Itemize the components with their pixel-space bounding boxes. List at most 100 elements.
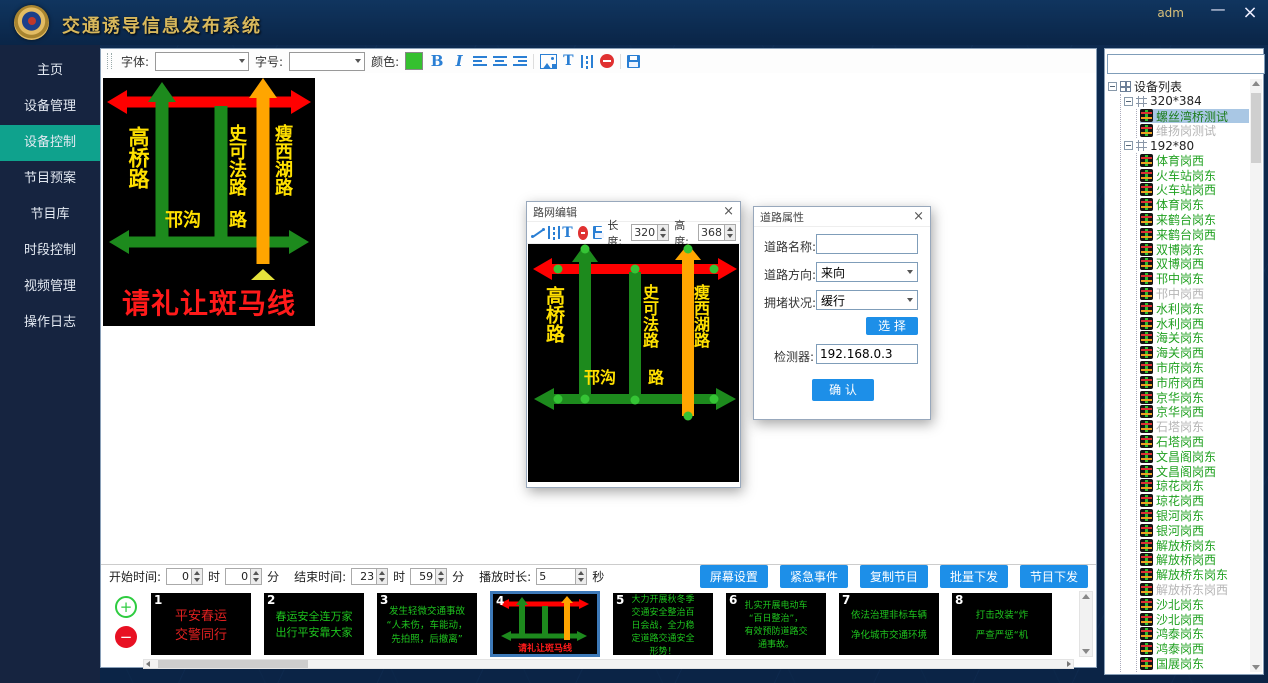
sidebar-item-6[interactable]: 视频管理 [0, 269, 100, 305]
insert-road-icon[interactable] [580, 55, 594, 68]
device-item[interactable]: 京华岗西 [1140, 405, 1249, 420]
end-minute-stepper[interactable]: 59 [410, 568, 447, 585]
device-item[interactable]: 银河岗西 [1140, 523, 1249, 538]
congestion-select[interactable]: 缓行 [816, 290, 918, 310]
device-item[interactable]: 鸿泰岗东 [1140, 626, 1249, 641]
screen-settings-button[interactable]: 屏幕设置 [700, 565, 768, 588]
duration-stepper[interactable]: 5 [536, 568, 587, 585]
device-item[interactable]: 体育岗东 [1140, 197, 1249, 212]
device-group-192*80[interactable]: 192*80 [1124, 138, 1249, 153]
align-center-icon[interactable] [493, 55, 507, 67]
device-item[interactable]: 银河岗东 [1140, 508, 1249, 523]
step-down-icon[interactable] [251, 577, 261, 585]
frame-thumbnail-2[interactable]: 2春运安全连万家出行平安靠大家 [264, 593, 364, 655]
device-item[interactable]: 文昌阁岗西 [1140, 464, 1249, 479]
scrollbar-thumb[interactable] [1251, 93, 1261, 163]
device-item[interactable]: 火车站岗西 [1140, 183, 1249, 198]
bold-button[interactable]: B [429, 52, 445, 70]
program-send-button[interactable]: 节目下发 [1020, 565, 1088, 588]
select-detector-button[interactable]: 选 择 [866, 317, 918, 335]
device-item[interactable]: 市府岗西 [1140, 375, 1249, 390]
device-item[interactable]: 文昌阁岗东 [1140, 449, 1249, 464]
device-item[interactable]: 海关岗东 [1140, 331, 1249, 346]
step-down-icon[interactable] [377, 577, 387, 585]
device-item[interactable]: 体育岗西 [1140, 153, 1249, 168]
device-item[interactable]: 水利岗东 [1140, 301, 1249, 316]
device-list-root[interactable]: 设备列表 [1108, 79, 1249, 94]
draw-line-icon[interactable] [531, 226, 542, 240]
save-icon[interactable] [593, 226, 603, 239]
frame-thumbnail-5[interactable]: 5大力开展秋冬季交通安全整治百日会战，全力稳定道路交通安全形势！ [613, 593, 713, 655]
frame-thumbnail-4[interactable]: 4请礼让斑马线 [490, 591, 600, 657]
text-tool-icon[interactable] [562, 225, 572, 241]
step-down-icon[interactable] [658, 233, 668, 241]
device-search-input[interactable] [1107, 54, 1265, 74]
delete-icon[interactable] [600, 54, 614, 68]
frame-thumbnail-3[interactable]: 3发生轻微交通事故“人未伤，车能动，先拍照，后撤离” [377, 593, 477, 655]
batch-send-button[interactable]: 批量下发 [940, 565, 1008, 588]
step-up-icon[interactable] [377, 569, 387, 577]
color-swatch[interactable] [405, 52, 423, 70]
end-hour-stepper[interactable]: 23 [351, 568, 388, 585]
device-item[interactable]: 邗中岗西 [1140, 286, 1249, 301]
editor-canvas[interactable]: 高桥路 史可法路 瘦西湖路 邗沟 路 [528, 244, 739, 482]
sidebar-item-7[interactable]: 操作日志 [0, 305, 100, 341]
device-item[interactable]: 火车站岗东 [1140, 168, 1249, 183]
step-down-icon[interactable] [725, 233, 735, 241]
road-segment-icon[interactable] [547, 226, 557, 239]
sidebar-item-0[interactable]: 主页 [0, 53, 100, 89]
device-item[interactable]: 琼花岗西 [1140, 493, 1249, 508]
road-direction-select[interactable]: 来向 [816, 262, 918, 282]
length-stepper[interactable]: 320 [631, 224, 669, 241]
sidebar-item-4[interactable]: 节目库 [0, 197, 100, 233]
road-name-field[interactable] [816, 234, 918, 254]
sidebar-item-3[interactable]: 节目预案 [0, 161, 100, 197]
close-icon[interactable]: × [913, 209, 924, 224]
device-item[interactable]: 解放桥东岗东 [1140, 567, 1249, 582]
frame-thumbnail-6[interactable]: 6扎实开展电动车“百日整治”，有效预防道路交通事故。 [726, 593, 826, 655]
device-tree-scrollbar[interactable] [1250, 79, 1262, 672]
collapse-icon[interactable] [1124, 97, 1133, 106]
device-item[interactable]: 解放桥岗西 [1140, 553, 1249, 568]
device-item[interactable]: 沙北岗西 [1140, 612, 1249, 627]
step-down-icon[interactable] [576, 577, 586, 585]
step-up-icon[interactable] [192, 569, 202, 577]
frame-thumbnail-1[interactable]: 1平安春运交警同行 [151, 593, 251, 655]
insert-text-icon[interactable] [563, 53, 573, 69]
scroll-right-icon[interactable] [1067, 661, 1071, 667]
remove-frame-button[interactable]: − [115, 626, 137, 648]
device-item[interactable]: 来鹤台岗东 [1140, 212, 1249, 227]
sidebar-item-2[interactable]: 设备控制 [0, 125, 100, 161]
device-item[interactable]: 鸿泰岗西 [1140, 641, 1249, 656]
device-item[interactable]: 来鹤台岗西 [1140, 227, 1249, 242]
step-up-icon[interactable] [725, 225, 735, 233]
scrollbar-thumb[interactable] [158, 660, 308, 668]
minimize-icon[interactable]: — [1208, 0, 1228, 18]
playlist-vertical-scrollbar[interactable] [1079, 591, 1093, 657]
device-item[interactable]: 维扬岗测试 [1140, 123, 1249, 138]
device-group-320*384[interactable]: 320*384 [1124, 94, 1249, 109]
scroll-left-icon[interactable] [146, 661, 150, 667]
step-down-icon[interactable] [436, 577, 446, 585]
delete-icon[interactable] [578, 226, 588, 240]
detector-field[interactable] [816, 344, 918, 364]
step-up-icon[interactable] [658, 225, 668, 233]
device-item[interactable]: 琼花岗东 [1140, 479, 1249, 494]
frame-thumbnail-7[interactable]: 7依法治理非标车辆净化城市交通环境 [839, 593, 939, 655]
add-frame-button[interactable]: + [115, 596, 137, 618]
device-item[interactable]: 双博岗西 [1140, 257, 1249, 272]
step-up-icon[interactable] [251, 569, 261, 577]
emergency-event-button[interactable]: 紧急事件 [780, 565, 848, 588]
height-stepper[interactable]: 368 [698, 224, 736, 241]
device-item[interactable]: 解放桥东岗西 [1140, 582, 1249, 597]
collapse-icon[interactable] [1124, 141, 1133, 150]
device-item[interactable]: 沙北岗东 [1140, 597, 1249, 612]
device-item[interactable]: 解放桥岗东 [1140, 538, 1249, 553]
device-item[interactable]: 石塔岗东 [1140, 419, 1249, 434]
align-left-icon[interactable] [473, 55, 487, 67]
align-right-icon[interactable] [513, 55, 527, 67]
collapse-icon[interactable] [1108, 82, 1117, 91]
sidebar-item-5[interactable]: 时段控制 [0, 233, 100, 269]
close-icon[interactable]: × [1240, 2, 1260, 23]
frame-thumbnail-8[interactable]: 8打击改装“炸严查严惩“机 [952, 593, 1052, 655]
